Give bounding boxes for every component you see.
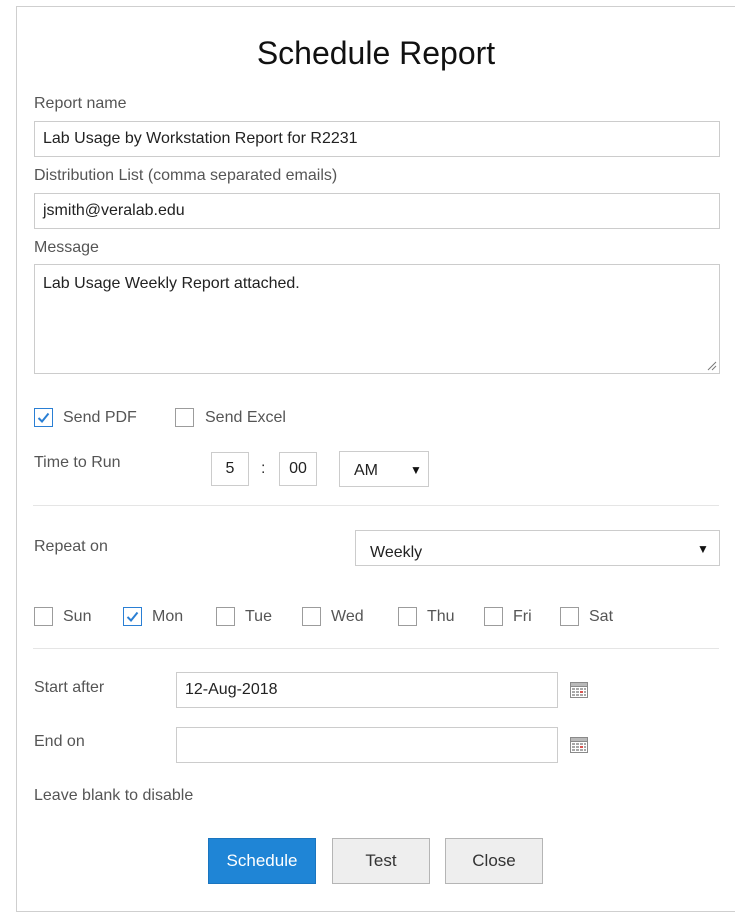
schedule-report-dialog: Schedule Report Report name Lab Usage by…	[16, 6, 735, 912]
day-checkbox-tue[interactable]	[216, 607, 235, 626]
resize-grip-icon[interactable]	[707, 361, 717, 371]
checkmark-icon	[126, 611, 139, 622]
send-excel-checkbox[interactable]	[175, 408, 194, 427]
day-checkbox-mon[interactable]	[123, 607, 142, 626]
calendar-icon[interactable]	[570, 737, 588, 753]
day-checkbox-sat[interactable]	[560, 607, 579, 626]
day-checkbox-fri[interactable]	[484, 607, 503, 626]
ampm-select[interactable]: AM ▼	[339, 451, 429, 487]
day-label-thu: Thu	[427, 608, 455, 625]
report-name-label: Report name	[34, 95, 127, 112]
dropdown-arrow-icon: ▼	[410, 463, 422, 477]
day-checkbox-wed[interactable]	[302, 607, 321, 626]
day-label-sat: Sat	[589, 608, 614, 625]
divider	[33, 505, 719, 506]
repeat-on-select[interactable]: Weekly ▼	[355, 530, 720, 566]
send-pdf-label: Send PDF	[63, 409, 137, 426]
start-after-label: Start after	[34, 679, 105, 696]
time-to-run-label: Time to Run	[34, 454, 121, 471]
start-after-input[interactable]: 12-Aug-2018	[176, 672, 558, 708]
dropdown-arrow-icon: ▼	[697, 542, 709, 556]
message-textarea[interactable]: Lab Usage Weekly Report attached.	[34, 264, 720, 374]
day-label-sun: Sun	[63, 608, 92, 625]
ampm-value: AM	[354, 462, 378, 479]
calendar-icon[interactable]	[570, 682, 588, 698]
repeat-on-label: Repeat on	[34, 538, 108, 555]
send-excel-label: Send Excel	[205, 409, 286, 426]
checkmark-icon	[37, 412, 50, 423]
repeat-on-value: Weekly	[370, 544, 423, 561]
distribution-list-input[interactable]: jsmith@veralab.edu	[34, 193, 720, 229]
report-name-input[interactable]: Lab Usage by Workstation Report for R223…	[34, 121, 720, 157]
schedule-button[interactable]: Schedule	[208, 838, 316, 884]
hour-input[interactable]: 5	[211, 452, 249, 486]
day-checkbox-sun[interactable]	[34, 607, 53, 626]
end-on-label: End on	[34, 733, 85, 750]
day-label-mon: Mon	[152, 608, 184, 625]
minute-input[interactable]: 00	[279, 452, 317, 486]
distribution-list-label: Distribution List (comma separated email…	[34, 167, 338, 184]
divider	[33, 648, 719, 649]
day-label-wed: Wed	[331, 608, 364, 625]
day-checkbox-thu[interactable]	[398, 607, 417, 626]
test-button[interactable]: Test	[332, 838, 430, 884]
leave-blank-hint: Leave blank to disable	[34, 787, 194, 804]
day-label-tue: Tue	[245, 608, 272, 625]
time-separator: :	[261, 460, 266, 477]
dialog-title: Schedule Report	[256, 35, 496, 71]
end-on-input[interactable]	[176, 727, 558, 763]
message-label: Message	[34, 239, 99, 256]
close-button[interactable]: Close	[445, 838, 543, 884]
day-label-fri: Fri	[513, 608, 532, 625]
message-text: Lab Usage Weekly Report attached.	[43, 275, 300, 292]
send-pdf-checkbox[interactable]	[34, 408, 53, 427]
